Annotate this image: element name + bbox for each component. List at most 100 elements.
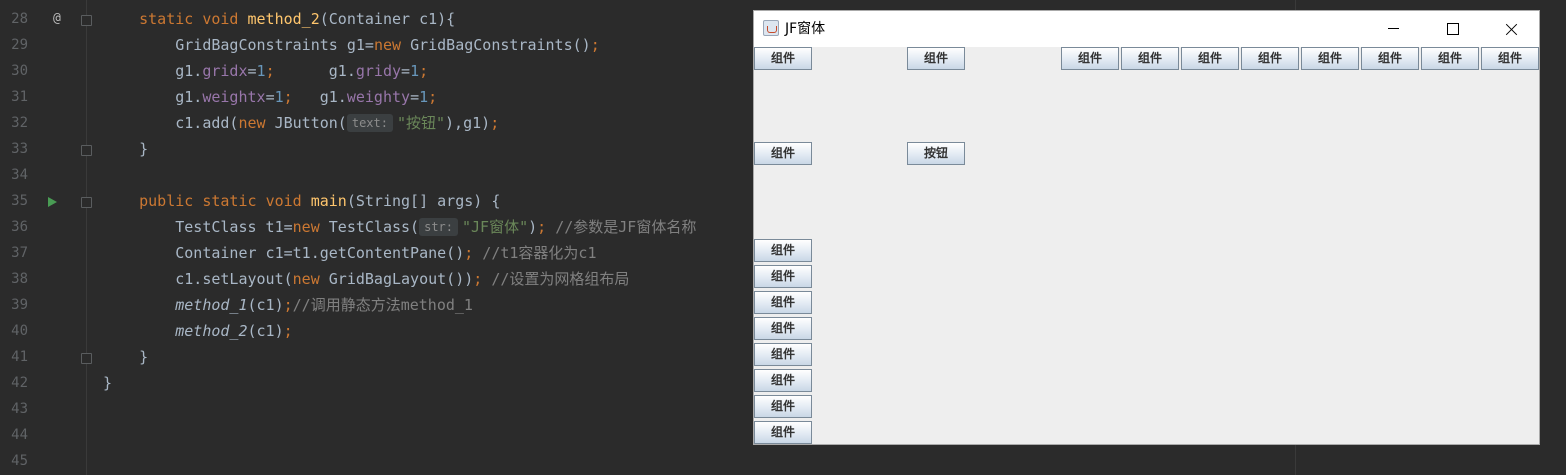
line-number: 41 (11, 349, 28, 365)
code-token: new (238, 114, 275, 132)
code-token: //t1容器化为c1 (482, 244, 597, 262)
minimize-icon[interactable] (1364, 11, 1422, 47)
code-token: "JF窗体" (462, 218, 529, 236)
code-token: 1 (410, 62, 420, 80)
line-number: 40 (11, 323, 28, 339)
run-icon[interactable] (48, 197, 57, 207)
line-number: 36 (11, 219, 28, 235)
parameter-hint: text: (346, 114, 393, 132)
code-token: Container c1=t1.getContentPane() (103, 244, 465, 262)
code-line[interactable]: g1.gridx=1; g1.gridy=1; (103, 58, 428, 84)
code-token: 1 (256, 62, 266, 80)
code-token: "按钮" (396, 114, 446, 132)
jbutton-zujian[interactable]: 组件 (1181, 47, 1239, 70)
code-token: ; (490, 114, 500, 132)
code-token: gridy (355, 62, 402, 80)
jbutton-zujian[interactable]: 组件 (754, 421, 812, 444)
code-token: TestClass( (328, 218, 420, 236)
code-token: void (265, 192, 311, 210)
code-line[interactable]: public static void main(String[] args) { (103, 188, 500, 214)
code-token: (c1) (247, 296, 284, 314)
code-line[interactable]: GridBagConstraints g1=new GridBagConstra… (103, 32, 600, 58)
code-token: } (103, 348, 149, 366)
code-line[interactable]: static void method_2(Container c1){ (103, 6, 455, 32)
code-token: ; (473, 270, 492, 288)
jbutton-anniu[interactable]: 按钮 (907, 142, 965, 165)
code-line[interactable]: c1.setLayout(new GridBagLayout()); //设置为… (103, 266, 629, 292)
line-number: 29 (11, 37, 28, 53)
code-token: gridx (202, 62, 248, 80)
line-number: 39 (11, 297, 28, 313)
code-token: ; (537, 218, 556, 236)
code-line[interactable]: } (103, 370, 112, 396)
fold-end-icon[interactable] (81, 353, 92, 364)
code-line[interactable]: Container c1=t1.getContentPane(); //t1容器… (103, 240, 596, 266)
code-line[interactable]: } (103, 344, 148, 370)
close-icon[interactable] (1482, 11, 1540, 47)
jbutton-zujian[interactable]: 组件 (1421, 47, 1479, 70)
code-token: public (139, 192, 203, 210)
fold-start-icon[interactable] (81, 15, 92, 26)
code-line[interactable]: } (103, 136, 148, 162)
jbutton-zujian[interactable]: 组件 (907, 47, 965, 70)
override-marker-icon[interactable]: @ (53, 6, 61, 32)
code-token: = (247, 62, 257, 80)
jbutton-zujian[interactable]: 组件 (754, 239, 812, 262)
jbutton-zujian[interactable]: 组件 (754, 47, 812, 70)
line-number: 38 (11, 271, 28, 287)
jbutton-zujian[interactable]: 组件 (1241, 47, 1299, 70)
line-number: 43 (11, 401, 28, 417)
window-titlebar[interactable]: JF窗体 (754, 11, 1539, 47)
jbutton-zujian[interactable]: 组件 (1481, 47, 1539, 70)
code-token: GridBagLayout()) (328, 270, 474, 288)
code-token: } (103, 374, 113, 392)
jbutton-zujian[interactable]: 组件 (1361, 47, 1419, 70)
code-token: (Container c1){ (319, 10, 456, 28)
code-line[interactable]: TestClass t1=new TestClass(str: "JF窗体"); … (103, 214, 696, 240)
line-number: 33 (11, 141, 28, 157)
line-number: 44 (11, 427, 28, 443)
jbutton-zujian[interactable]: 组件 (754, 142, 812, 165)
line-number: 42 (11, 375, 28, 391)
java-app-icon (763, 20, 779, 36)
code-line[interactable]: g1.weightx=1; g1.weighty=1; (103, 84, 437, 110)
code-token: ; (428, 88, 438, 106)
line-number: 32 (11, 115, 28, 131)
jbutton-zujian[interactable]: 组件 (1121, 47, 1179, 70)
code-line[interactable]: method_1(c1);//调用静态方法method_1 (103, 292, 473, 318)
code-token: weightx (202, 88, 266, 106)
code-token: main (310, 192, 347, 210)
jbutton-zujian[interactable]: 组件 (1061, 47, 1119, 70)
code-token: method_2 (247, 10, 320, 28)
code-token: ; (590, 36, 600, 54)
code-token: new (373, 36, 411, 54)
code-token: method_2 (175, 322, 248, 340)
jbutton-zujian[interactable]: 组件 (1301, 47, 1359, 70)
jbutton-zujian[interactable]: 组件 (754, 369, 812, 392)
jbutton-zujian[interactable]: 组件 (754, 265, 812, 288)
jbutton-zujian[interactable]: 组件 (754, 395, 812, 418)
code-line[interactable]: method_2(c1); (103, 318, 293, 344)
code-token: ; (283, 322, 293, 340)
code-token: (c1) (247, 322, 284, 340)
code-line[interactable]: c1.add(new JButton(text: "按钮"),g1); (103, 110, 499, 136)
jbutton-zujian[interactable]: 组件 (754, 291, 812, 314)
jframe-window[interactable]: JF窗体 组件 组件 组件 组件 组件 组件 组件 组件 组件 组件 组件 按钮 组件 组件 组件 组件 组件组… (753, 10, 1540, 445)
code-token: ; (265, 62, 275, 80)
line-number: 45 (11, 453, 28, 469)
window-title: JF窗体 (785, 21, 826, 37)
jbutton-zujian[interactable]: 组件 (754, 343, 812, 366)
code-token: = (410, 88, 420, 106)
maximize-icon[interactable] (1423, 11, 1481, 47)
fold-start-icon[interactable] (81, 197, 92, 208)
code-token: //设置为网格组布局 (491, 270, 630, 288)
gutter-divider (86, 0, 87, 475)
fold-end-icon[interactable] (81, 145, 92, 156)
code-token: static (202, 192, 266, 210)
line-number: 35 (11, 193, 28, 209)
code-token: ) (528, 218, 538, 236)
jbutton-zujian[interactable]: 组件 (754, 317, 812, 340)
line-number: 28 (11, 11, 28, 27)
